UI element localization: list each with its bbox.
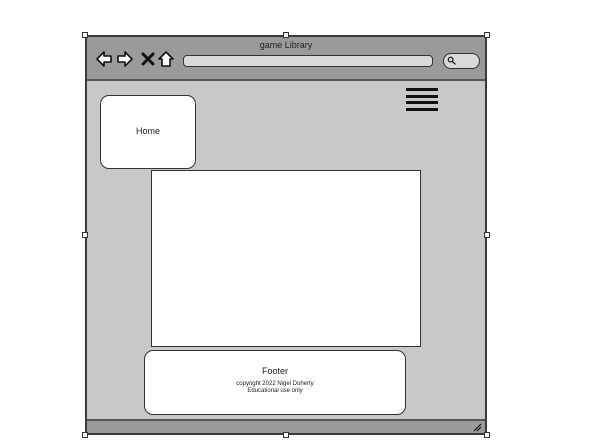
search-field[interactable] [443,53,480,69]
home-nav-link[interactable]: Home [100,95,196,169]
footer-note: Educational use only [247,388,303,394]
back-arrow-icon [96,51,112,67]
resize-handle-top-left[interactable] [82,32,88,38]
forward-button[interactable] [116,50,134,68]
resize-handle-left[interactable] [82,232,88,238]
resize-handle-right[interactable] [484,232,490,238]
search-icon [447,56,456,65]
resize-handle-bottom-right[interactable] [484,432,490,438]
resize-grip-icon[interactable] [472,422,482,432]
footer: Footer copyright 2022 Nigel Doherty Educ… [144,350,406,415]
address-bar[interactable] [183,55,433,67]
window-title: game Library [259,40,313,50]
resize-handle-top[interactable] [283,32,289,38]
close-icon [141,52,155,66]
resize-handle-bottom-left[interactable] [82,432,88,438]
resize-handle-top-right[interactable] [484,32,490,38]
hamburger-menu-icon[interactable] [406,88,438,114]
main-content-panel [151,170,421,347]
resize-handle-bottom[interactable] [283,432,289,438]
page-content: Home Footer copyright 2022 Nigel Doherty… [87,81,485,419]
status-bar [87,419,485,433]
home-button[interactable] [157,50,175,68]
home-label: Home [135,126,160,136]
browser-window: game Library Home Footer copyright 2022 … [85,35,487,435]
home-icon [158,51,174,67]
stop-button[interactable] [139,50,157,68]
footer-title: Footer [261,366,288,376]
forward-arrow-icon [117,51,133,67]
browser-toolbar: game Library [87,37,485,81]
footer-copyright: copyright 2022 Nigel Doherty [236,381,314,387]
back-button[interactable] [95,50,113,68]
